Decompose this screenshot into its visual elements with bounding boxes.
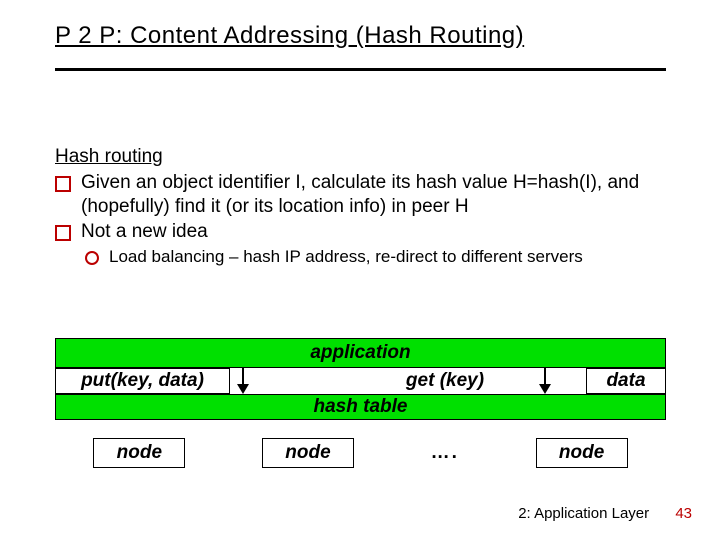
square-bullet-icon bbox=[55, 176, 71, 192]
down-arrow-icon bbox=[535, 368, 555, 394]
bullet-item: Not a new idea bbox=[55, 220, 665, 244]
hash-routing-diagram: application put(key, data) get (key) dat… bbox=[55, 338, 666, 420]
title-rule bbox=[55, 68, 666, 71]
node-box: node bbox=[93, 438, 185, 468]
sub-bullet-item: Load balancing – hash IP address, re-dir… bbox=[85, 246, 665, 267]
bullet-item: Given an object identifier I, calculate … bbox=[55, 171, 665, 219]
bullet-text: Not a new idea bbox=[81, 220, 665, 244]
get-label: get (key) bbox=[355, 368, 535, 394]
slide: P 2 P: Content Addressing (Hash Routing)… bbox=[0, 0, 720, 540]
data-box: data bbox=[586, 368, 666, 394]
footer-page-number: 43 bbox=[675, 505, 692, 522]
square-bullet-icon bbox=[55, 225, 71, 241]
slide-body: Hash routing Given an object identifier … bbox=[55, 145, 665, 267]
node-box: node bbox=[536, 438, 628, 468]
application-layer-box: application bbox=[55, 338, 666, 368]
node-row: node node …. node bbox=[55, 438, 666, 468]
down-arrow-icon bbox=[233, 368, 253, 394]
hash-table-box: hash table bbox=[55, 394, 666, 420]
diagram-middle-row: put(key, data) get (key) data hash table bbox=[55, 368, 666, 420]
sub-bullet-text: Load balancing – hash IP address, re-dir… bbox=[109, 246, 665, 267]
footer-chapter: 2: Application Layer bbox=[518, 505, 649, 522]
put-box: put(key, data) bbox=[55, 368, 230, 394]
node-box: node bbox=[262, 438, 354, 468]
slide-title: P 2 P: Content Addressing (Hash Routing) bbox=[55, 22, 524, 50]
ellipsis: …. bbox=[431, 442, 459, 464]
circle-bullet-icon bbox=[85, 251, 99, 265]
slide-footer: 2: Application Layer 43 bbox=[518, 505, 692, 522]
bullet-text: Given an object identifier I, calculate … bbox=[81, 171, 665, 219]
subheading: Hash routing bbox=[55, 145, 665, 169]
